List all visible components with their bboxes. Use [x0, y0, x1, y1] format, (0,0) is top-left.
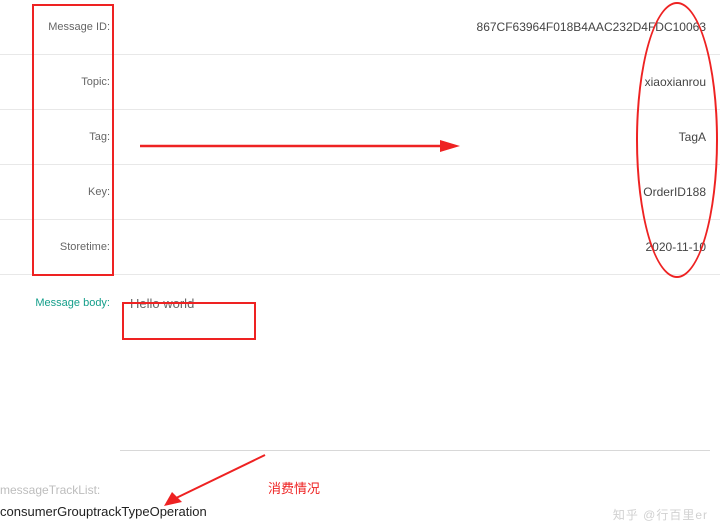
value-message-id: 867CF63964F018B4AAC232D4FDC10063 [116, 20, 720, 34]
label-message-track-list: messageTrackList: [0, 483, 100, 497]
col-consumer-group: consumerGroup [0, 504, 93, 519]
label-topic: Topic: [0, 76, 116, 88]
annotation-arrow-consume [160, 450, 270, 510]
row-message-body: Message body: Hello world [0, 275, 720, 331]
label-storetime: Storetime: [0, 241, 116, 253]
divider [120, 450, 710, 451]
label-message-id: Message ID: [0, 21, 116, 33]
value-topic: xiaoxianrou [116, 75, 720, 89]
col-operation: Operation [150, 504, 207, 519]
col-track-type: trackType [93, 504, 149, 519]
label-key: Key: [0, 186, 116, 198]
row-topic: Topic: xiaoxianrou [0, 55, 720, 110]
row-message-id: Message ID: 867CF63964F018B4AAC232D4FDC1… [0, 0, 720, 55]
label-tag: Tag: [0, 131, 116, 143]
value-key: OrderID188 [116, 185, 720, 199]
annotation-consume-label: 消费情况 [268, 478, 320, 497]
value-message-body: Hello world [120, 288, 234, 319]
watermark: 知乎 @行百里er [613, 506, 708, 523]
row-tag: Tag: TagA [0, 110, 720, 165]
track-header-row: consumerGroup trackType Operation [0, 504, 207, 519]
row-key: Key: OrderID188 [0, 165, 720, 220]
row-storetime: Storetime: 2020-11-10 [0, 220, 720, 275]
value-tag: TagA [116, 130, 720, 144]
label-message-body: Message body: [0, 297, 120, 309]
value-storetime: 2020-11-10 [116, 240, 720, 254]
